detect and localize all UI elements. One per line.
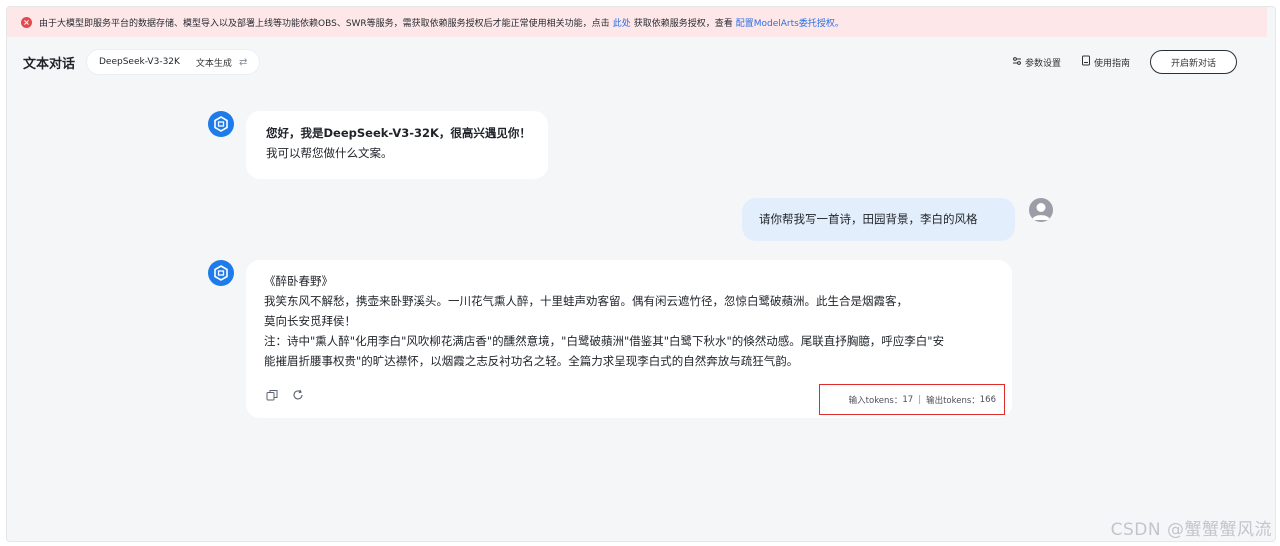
input-tokens-value: 17 xyxy=(902,394,914,405)
model-name: DeepSeek-V3-32K xyxy=(99,57,180,67)
message-toolbar xyxy=(265,388,317,402)
input-tokens-label: 输入tokens： xyxy=(848,395,903,406)
regenerate-icon[interactable] xyxy=(291,388,305,402)
poem-note-line-2: 能摧眉折腰事权贵"的旷达襟怀，以烟霞之志反衬功名之轻。全篇力求呈现李白式的自然奔… xyxy=(264,354,799,368)
bot-avatar-icon xyxy=(208,111,234,137)
watermark: CSDN @蟹蟹蟹风流 xyxy=(1110,520,1272,540)
error-icon: × xyxy=(21,16,32,28)
swap-icon[interactable]: ⇄ xyxy=(239,57,247,68)
params-button[interactable]: 参数设置 xyxy=(1012,56,1061,69)
page-title: 文本对话 xyxy=(23,57,76,72)
output-tokens-label: 输出tokens： xyxy=(926,395,980,406)
model-selector[interactable]: DeepSeek-V3-32K 文本生成 ⇄ xyxy=(87,50,260,74)
greeting-line-2: 我可以帮您做什么文案。 xyxy=(266,146,393,160)
document-icon xyxy=(1081,55,1091,69)
alert-link-modelarts[interactable]: 配置ModelArts委托授权。 xyxy=(736,16,844,29)
poem-title: 《醉卧春野》 xyxy=(264,274,333,288)
new-chat-button[interactable]: 开启新对话 xyxy=(1149,50,1237,74)
token-usage: 输入tokens： 17 | 输出tokens： 166 xyxy=(819,384,1005,415)
user-message: 请你帮我写一首诗，田园背景，李白的风格 xyxy=(742,198,1015,241)
output-tokens-value: 166 xyxy=(979,394,996,405)
poem-line-1: 我笑东风不解愁，携壶来卧野溪头。一川花气熏人醉，十里蛙声劝客留。偶有闲云遮竹径，… xyxy=(264,294,908,308)
bot-avatar-icon xyxy=(208,260,234,286)
bot-message-greeting: 您好，我是DeepSeek-V3-32K，很高兴遇见你！ 我可以帮您做什么文案。 xyxy=(246,111,548,179)
alert-banner: × 由于大模型即服务平台的数据存储、模型导入以及部署上线等功能依赖OBS、SWR… xyxy=(7,7,1267,37)
user-avatar-icon xyxy=(1029,198,1053,222)
alert-text: 由于大模型即服务平台的数据存储、模型导入以及部署上线等功能依赖OBS、SWR等服… xyxy=(39,18,610,29)
alert-text-middle: 获取依赖服务授权，查看 xyxy=(633,18,733,29)
greeting-line-1: 您好，我是DeepSeek-V3-32K，很高兴遇见你！ xyxy=(266,126,531,140)
guide-button[interactable]: 使用指南 xyxy=(1081,55,1130,69)
alert-link-here[interactable]: 此处 xyxy=(613,16,631,29)
app-frame: × 由于大模型即服务平台的数据存储、模型导入以及部署上线等功能依赖OBS、SWR… xyxy=(6,6,1276,542)
header-actions: 参数设置 使用指南 开启新对话 xyxy=(992,50,1237,74)
params-label: 参数设置 xyxy=(1024,58,1061,69)
page-header: 文本对话 DeepSeek-V3-32K 文本生成 ⇄ 参数设置 使用指南 开启… xyxy=(7,47,1275,79)
token-separator: | xyxy=(918,394,922,405)
sliders-icon xyxy=(1012,56,1022,69)
poem-line-2: 莫向长安觅拜侯！ xyxy=(264,314,356,328)
poem-note-line-1: 注：诗中"熏人醉"化用李白"风吹柳花满店香"的醺然意境，"白鹭破蘋洲"借鉴其"白… xyxy=(264,334,945,348)
guide-label: 使用指南 xyxy=(1093,58,1130,69)
model-type: 文本生成 xyxy=(195,58,232,69)
copy-icon[interactable] xyxy=(265,388,279,402)
